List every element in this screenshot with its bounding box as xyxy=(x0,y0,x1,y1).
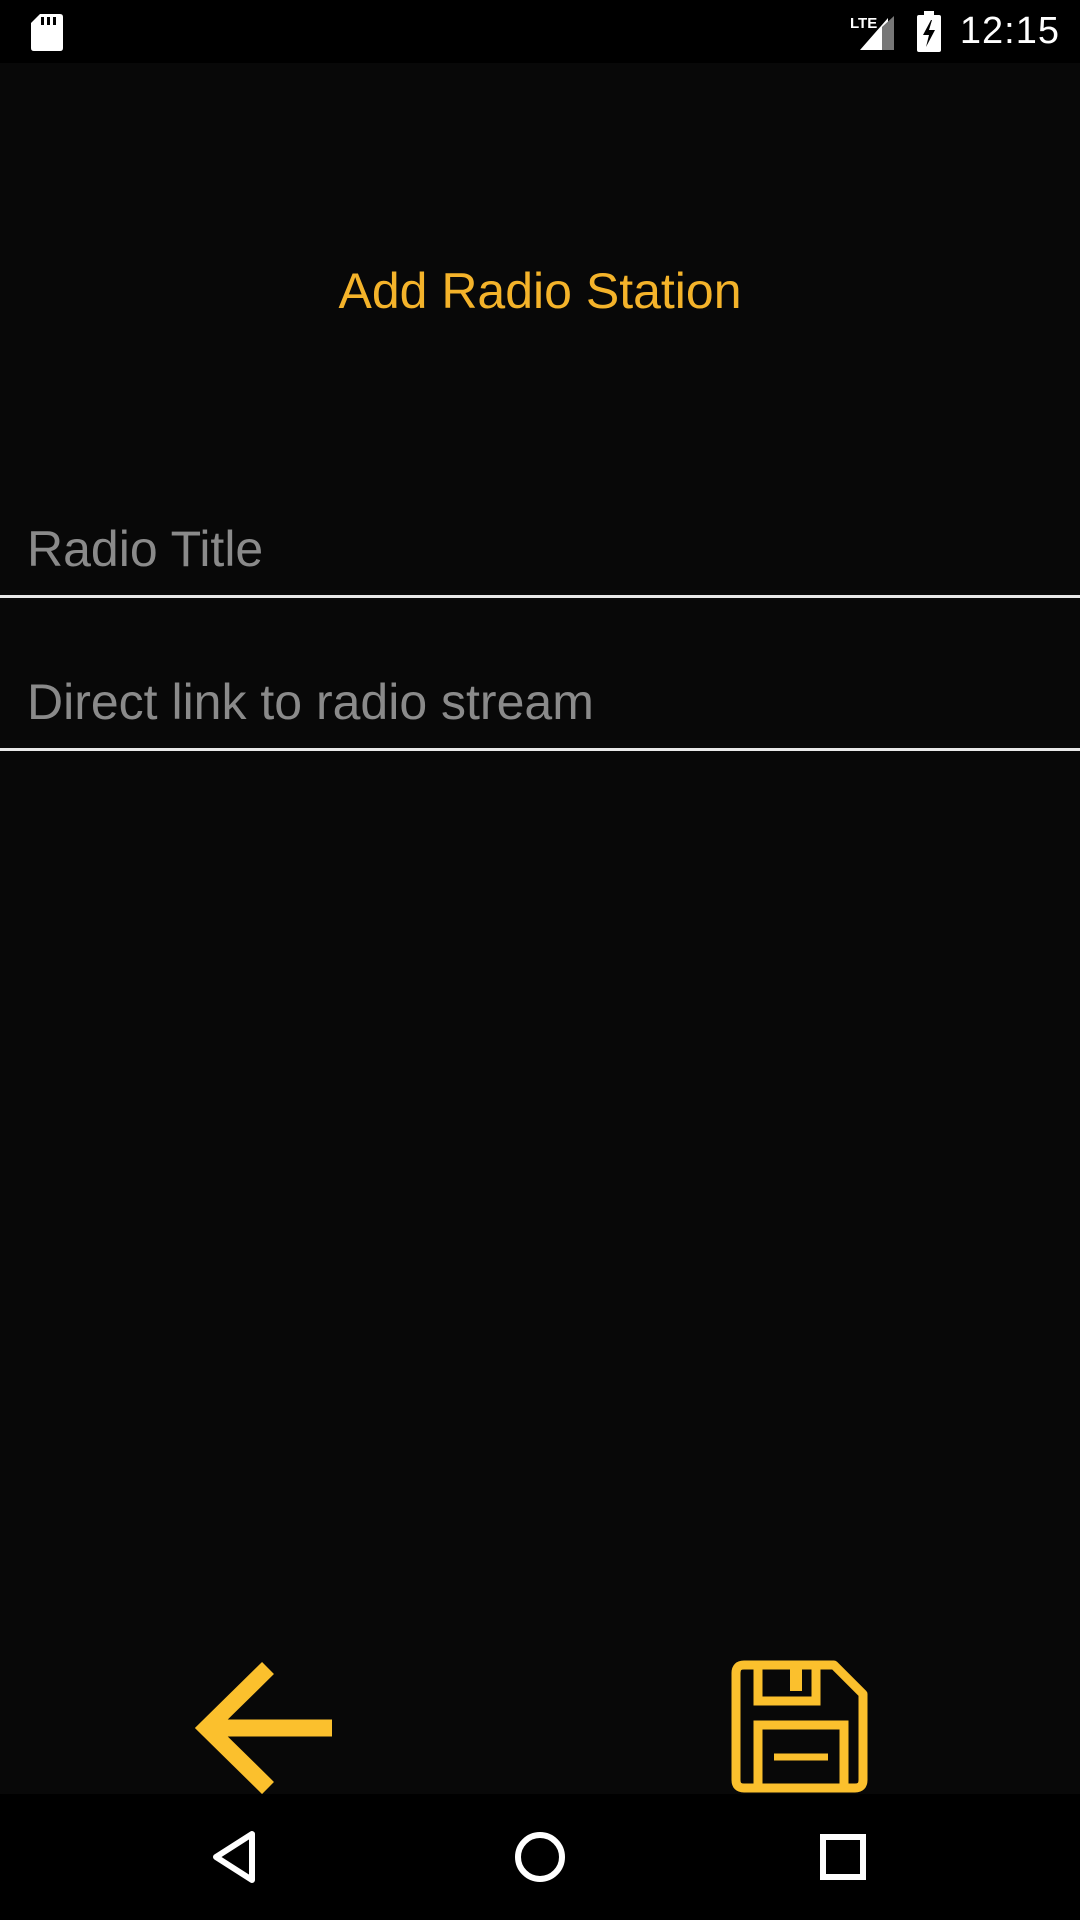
nav-back-icon[interactable] xyxy=(202,1822,272,1892)
nav-home-icon[interactable] xyxy=(505,1822,575,1892)
back-button[interactable] xyxy=(194,1660,340,1795)
nav-recents-icon[interactable] xyxy=(808,1822,878,1892)
arrow-left-icon xyxy=(194,1661,332,1795)
stream-link-field[interactable] xyxy=(0,656,1080,751)
radio-title-field[interactable] xyxy=(0,503,1080,598)
stream-link-input[interactable] xyxy=(27,656,1067,748)
status-bar: LTE 12:15 xyxy=(0,0,1080,63)
page-title: Add Radio Station xyxy=(338,263,742,319)
save-button[interactable] xyxy=(730,1657,870,1794)
radio-title-input[interactable] xyxy=(27,503,1067,595)
network-label: LTE xyxy=(850,15,877,32)
add-station-screen: Add Radio Station xyxy=(0,63,1080,1794)
signal-icon: LTE xyxy=(850,15,894,50)
battery-charging-icon xyxy=(916,10,941,52)
system-navigation-bar xyxy=(0,1794,1080,1920)
status-time: 12:15 xyxy=(959,10,1060,52)
sd-card-icon xyxy=(31,14,63,51)
floppy-disk-icon xyxy=(731,1660,868,1793)
